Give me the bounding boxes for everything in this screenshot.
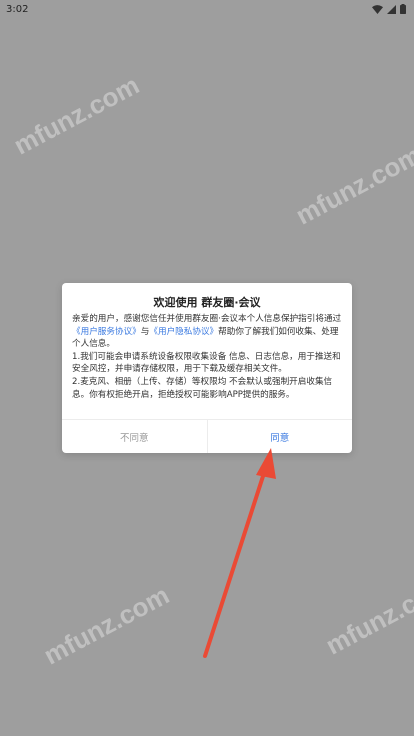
watermark: mfunz.com bbox=[290, 139, 414, 231]
dialog-paragraph-optional: 2.麦克风、相册（上传、存储）等权限均 不会默认或强制开启收集信息。你有权拒绝开… bbox=[72, 376, 333, 400]
wifi-icon bbox=[372, 4, 383, 14]
battery-icon bbox=[400, 4, 406, 14]
status-icons bbox=[372, 4, 406, 14]
privacy-dialog: 欢迎使用 群友圈·会议 亲爱的用户，感谢您信任并使用群友圈·会议本个人信息保护指… bbox=[62, 283, 352, 453]
watermark: mfunz.com bbox=[320, 569, 414, 661]
service-agreement-link[interactable]: 《用户服务协议》 bbox=[72, 327, 141, 337]
agree-button[interactable]: 同意 bbox=[208, 420, 353, 453]
watermark: mfunz.com bbox=[8, 69, 145, 161]
dialog-paragraph-permissions: 1.我们可能会申请系统设备权限收集设备 信息、日志信息，用于推送和安全风控，并申… bbox=[72, 351, 341, 375]
privacy-agreement-link[interactable]: 《用户隐私协议》 bbox=[149, 327, 218, 337]
signal-icon bbox=[387, 4, 396, 14]
status-bar: 3:02 bbox=[0, 0, 414, 18]
disagree-button[interactable]: 不同意 bbox=[62, 420, 208, 453]
intro-text: 亲爱的用户，感谢您信任并使用群友圈·会议本个人信息保护指引将通过 bbox=[72, 314, 342, 324]
dialog-actions: 不同意 同意 bbox=[62, 419, 352, 453]
dialog-paragraph-intro: 亲爱的用户，感谢您信任并使用群友圈·会议本个人信息保护指引将通过《用户服务协议》… bbox=[72, 313, 342, 351]
dialog-title: 欢迎使用 群友圈·会议 bbox=[153, 296, 261, 309]
arrow-shaft bbox=[203, 468, 267, 658]
dialog-body: 亲爱的用户，感谢您信任并使用群友圈·会议本个人信息保护指引将通过《用户服务协议》… bbox=[62, 313, 352, 409]
watermark: mfunz.com bbox=[38, 579, 175, 671]
status-time: 3:02 bbox=[6, 3, 29, 15]
